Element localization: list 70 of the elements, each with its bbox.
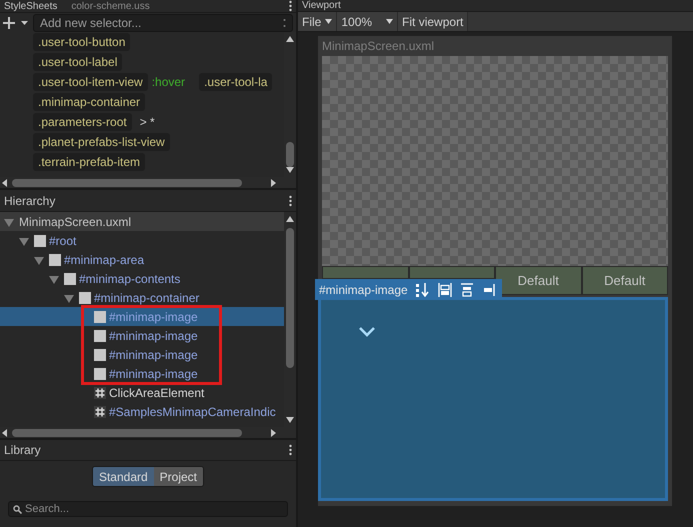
file-menu[interactable]: File xyxy=(298,12,338,31)
align-center-icon[interactable] xyxy=(460,282,474,296)
more-options-icon[interactable] xyxy=(283,18,286,28)
caret-icon xyxy=(386,19,394,24)
scroll-right-icon[interactable] xyxy=(270,428,276,436)
search-field[interactable]: Search... xyxy=(8,501,288,517)
more-options-icon[interactable] xyxy=(289,0,292,12)
selector-tag[interactable]: .terrain-prefab-item xyxy=(33,153,146,171)
horizontal-scrollbar-thumb[interactable] xyxy=(12,178,242,186)
panel-title: Library xyxy=(4,443,41,457)
tree-item[interactable]: #minimap-area xyxy=(0,250,284,269)
sort-icon[interactable] xyxy=(416,282,430,296)
horizontal-scrollbar-thumb[interactable] xyxy=(12,428,242,436)
chevron-down-icon xyxy=(359,327,375,337)
square-icon xyxy=(49,254,61,266)
selector-tag[interactable]: .user-tool-la xyxy=(199,73,272,91)
search-icon xyxy=(13,504,22,514)
scroll-left-icon[interactable] xyxy=(2,178,8,186)
selector-tag[interactable]: .parameters-root xyxy=(33,113,132,131)
tree-item[interactable]: #root xyxy=(0,231,284,250)
hash-icon xyxy=(94,386,106,398)
pseudo-class-label: :hover xyxy=(152,75,186,89)
tree-item[interactable]: #minimap-image xyxy=(0,326,284,345)
scroll-right-icon[interactable] xyxy=(270,178,276,186)
stretch-icon[interactable] xyxy=(438,282,452,296)
panel-title: Hierarchy xyxy=(4,194,56,208)
tree-item[interactable]: #minimap-image xyxy=(0,364,284,383)
scroll-down-icon[interactable] xyxy=(286,417,294,423)
caret-icon xyxy=(325,19,332,24)
tree-item[interactable]: ClickAreaElement xyxy=(0,383,284,402)
panel-title: Viewport xyxy=(302,0,341,12)
panel-title: StyleSheets xyxy=(4,0,58,12)
default-button[interactable]: Default xyxy=(495,266,582,295)
zoom-dropdown[interactable]: 100% xyxy=(337,12,398,31)
combinator-label: > * xyxy=(138,115,155,129)
fit-viewport-button[interactable]: Fit viewport xyxy=(398,12,468,31)
add-icon[interactable] xyxy=(3,16,29,30)
stylesheet-file-name: color-scheme.uss xyxy=(71,0,150,12)
library-tab[interactable]: Project xyxy=(154,467,204,486)
tree-item[interactable]: #SamplesMinimapCameraIndic xyxy=(0,402,284,421)
tree-item[interactable]: #minimap-contents xyxy=(0,269,284,288)
more-options-icon[interactable] xyxy=(289,444,292,456)
more-options-icon[interactable] xyxy=(289,194,292,206)
tree-item[interactable]: #minimap-container xyxy=(0,288,284,307)
selector-tag[interactable]: .minimap-container xyxy=(33,93,146,111)
selector-tag[interactable]: .planet-prefabs-list-view xyxy=(33,133,170,151)
square-icon xyxy=(64,272,76,284)
scroll-left-icon[interactable] xyxy=(2,428,8,436)
element-name-tooltip: #minimap-image xyxy=(315,279,502,300)
vertical-scrollbar-thumb[interactable] xyxy=(286,228,294,368)
square-icon xyxy=(94,368,106,380)
document-title: MinimapScreen.uxml xyxy=(322,38,436,55)
align-end-icon[interactable] xyxy=(482,282,496,296)
square-icon xyxy=(34,234,46,246)
square-icon xyxy=(94,330,106,342)
selector-tag[interactable]: .user-tool-item-view xyxy=(33,73,148,91)
vertical-scrollbar-thumb[interactable] xyxy=(286,142,294,167)
square-icon xyxy=(94,310,106,322)
selector-input-field[interactable]: Add new selector... xyxy=(33,14,293,32)
tree-item[interactable]: #minimap-image xyxy=(0,345,284,364)
library-tab[interactable]: Standard xyxy=(92,467,154,486)
selector-tag[interactable]: .user-tool-button xyxy=(33,33,130,51)
square-icon xyxy=(79,292,91,304)
tree-item[interactable]: MinimapScreen.uxml xyxy=(0,212,284,231)
default-button[interactable]: Default xyxy=(582,266,668,295)
selector-tag[interactable]: .user-tool-label xyxy=(33,53,122,71)
hash-icon xyxy=(94,406,106,418)
square-icon xyxy=(94,348,106,360)
scroll-up-icon[interactable] xyxy=(286,216,294,222)
scroll-up-icon[interactable] xyxy=(286,36,294,42)
